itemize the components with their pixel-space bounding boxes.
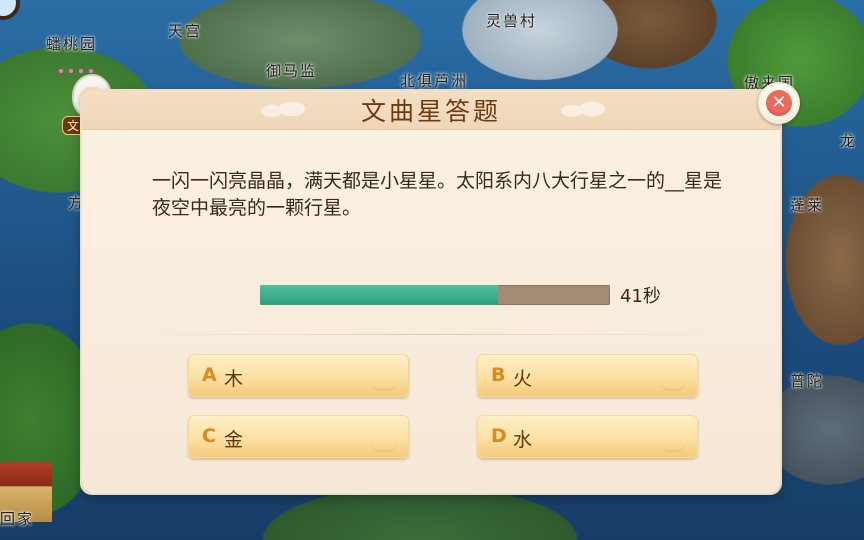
option-text: 金 [224,429,244,451]
timer-bar-fill [260,285,498,305]
divider [130,334,730,335]
swirl-ornament-icon [371,442,397,452]
answer-option-c[interactable]: C 金 [188,415,409,458]
option-letter: B [491,364,506,386]
dialog-title-band: 文曲星答题 [82,91,780,130]
option-letter: D [491,425,507,447]
answer-option-b[interactable]: B 火 [477,354,698,397]
option-letter: A [202,364,217,386]
map-place-tiangong[interactable]: 天宫 [168,20,202,41]
option-text: 水 [513,429,533,451]
map-place-lingshou[interactable]: 灵兽村 [486,10,537,31]
option-letter: C [202,425,216,447]
map-place-yuma[interactable]: 御马监 [266,60,317,81]
option-text: 火 [513,368,533,390]
map-place-pantao[interactable]: 蟠桃园 [46,33,97,54]
quiz-question: 一闪一闪亮晶晶，满天都是小星星。太阳系内八大行星之一的__星是夜空中最亮的一颗行… [152,170,723,219]
swirl-ornament-icon [660,442,686,452]
answer-option-a[interactable]: A 木 [188,354,409,397]
map-place-long[interactable]: 龙 [840,130,857,151]
swirl-ornament-icon [371,381,397,391]
map-place-putuo[interactable]: 普陀 [790,370,824,391]
search-icon[interactable] [0,0,20,20]
map-place-beiju[interactable]: 北俱芦洲 [400,70,468,91]
timer-remaining: 41秒 [620,286,661,307]
dialog-title: 文曲星答题 [360,97,501,126]
map-place-home[interactable]: 回家 [0,508,34,529]
map-place-penglai[interactable]: 蓬莱 [790,194,824,215]
option-text: 木 [224,368,244,390]
answer-option-d[interactable]: D 水 [477,415,698,458]
close-button[interactable]: ✕ [758,82,800,124]
timer-bar [260,285,610,305]
close-icon: ✕ [766,90,792,116]
swirl-ornament-icon [660,381,686,391]
